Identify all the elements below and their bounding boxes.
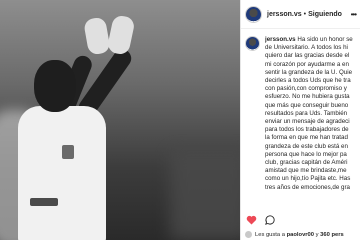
caption-text: jersson.vs Ha sido un honor se de Univer… [265,36,353,192]
liker-avatar[interactable] [245,231,252,238]
caption-line: tres años de emociones,de gra [265,183,350,191]
header-separator: • [303,10,307,18]
caption-line: sentir la grandeza de la U. Quie [265,68,353,76]
caption-line: persona que hace lo mejor pa [265,150,347,158]
caption-line: como un hijo,tío Pajita etc. Has [265,175,351,183]
caption-line: mi corazón por ayudarme a en [265,60,349,68]
heart-icon[interactable] [245,214,257,226]
player-head [34,60,76,112]
caption-line: que más que conseguir bueno [265,101,349,109]
post-header: jersson.vs • Siguiendo ••• [241,0,360,29]
post-photo[interactable] [0,0,240,240]
caption-line: grandeza de este club está en [265,142,348,150]
background-crowd [170,150,240,240]
caption: jersson.vs Ha sido un honor se de Univer… [245,36,360,192]
caption-line-0: jersson.vs Ha sido un honor se [265,36,353,44]
post-actions [245,214,281,226]
player-hand-left [83,16,111,56]
likes-row: Les gusta a paolovr00 y 360 pers [245,231,344,238]
caption-line: amistad que me brindaste,me [265,167,347,175]
caption-line: la forma en que me han tratad [265,134,348,142]
follow-status-button[interactable]: Siguiendo [308,11,342,18]
caption-username[interactable]: jersson.vs [265,36,296,43]
caption-line: quiero dar las gracias desde el [265,52,350,60]
likes-connector: y [315,231,319,238]
caption-line: para todos los trabajadores de [265,126,349,134]
comment-icon[interactable] [263,214,275,226]
caption-line: club, gracias capitán de Améri [265,159,348,167]
caption-line: resultados para Uds. También [265,109,348,117]
post-side-panel: jersson.vs • Siguiendo ••• jersson.vs Ha… [240,0,360,240]
caption-line: enviar un mensaje de agradeci [265,118,350,126]
player-jersey [18,106,106,240]
more-icon[interactable]: ••• [351,10,357,19]
likes-prefix: Les gusta a [255,231,285,238]
avatar[interactable] [245,5,262,23]
jersey-badge [62,145,74,159]
caption-line: decirles a todos Uds que he tra [265,77,351,85]
caption-line: esfuerzo. No me hubiera gusta [265,93,350,101]
instagram-post: jersson.vs • Siguiendo ••• jersson.vs Ha… [0,0,360,240]
jersey-stripe [30,198,58,206]
caption-line: con pasión,con compromiso y [265,85,347,93]
caption-line-text: Ha sido un honor se [297,36,353,43]
caption-line: de Universitario. A todos los hi [265,44,348,52]
likes-count[interactable]: 360 pers [320,232,344,238]
caption-avatar[interactable] [245,36,260,51]
liker-username[interactable]: paolovr00 [287,232,314,238]
header-username[interactable]: jersson.vs [267,11,302,18]
player-hand-right [106,14,136,56]
